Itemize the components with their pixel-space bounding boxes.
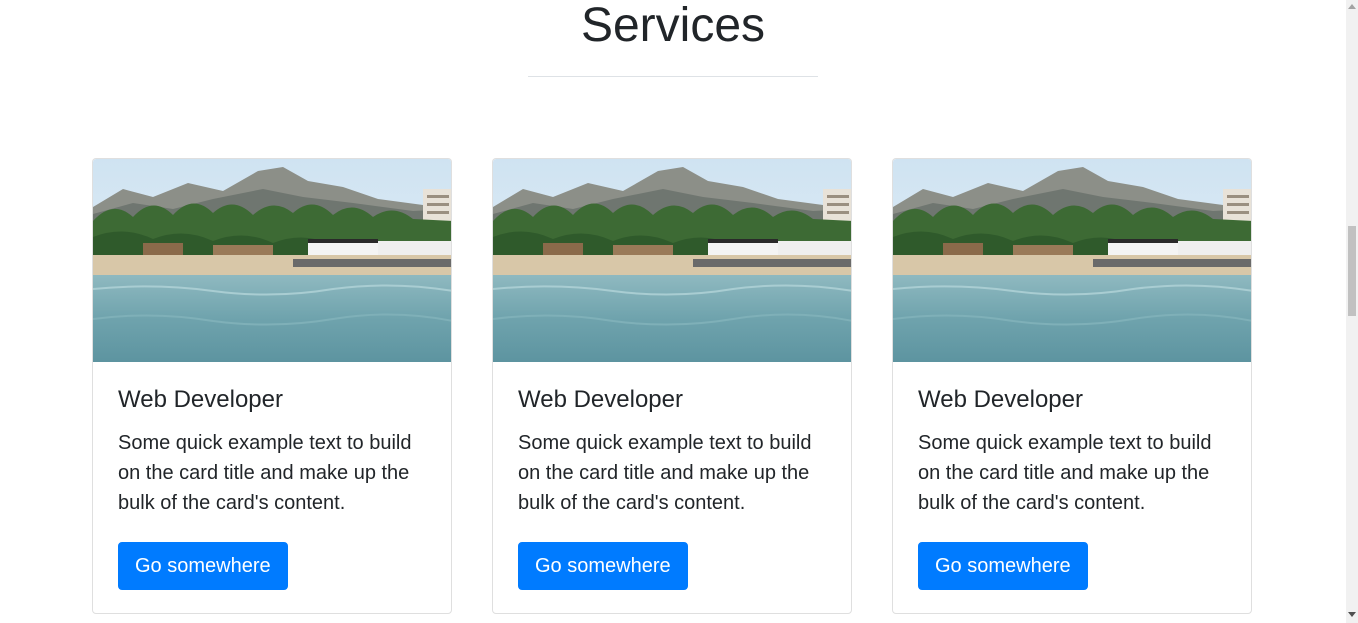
- service-card: Web Developer Some quick example text to…: [92, 158, 452, 614]
- services-page: Services Web Developer Some quick exampl…: [0, 0, 1358, 623]
- title-divider: [528, 76, 818, 77]
- card-title: Web Developer: [518, 386, 683, 413]
- service-card: Web Developer Some quick example text to…: [492, 158, 852, 614]
- go-somewhere-button[interactable]: Go somewhere: [918, 542, 1088, 590]
- card-image: [893, 159, 1251, 362]
- scroll-up-arrow-icon[interactable]: [1348, 4, 1356, 9]
- scrollbar-thumb[interactable]: [1348, 226, 1356, 316]
- card-image: [93, 159, 451, 362]
- card-image: [493, 159, 851, 362]
- scroll-down-arrow-icon[interactable]: [1348, 612, 1356, 617]
- vertical-scrollbar[interactable]: [1346, 0, 1358, 623]
- card-body: Web Developer Some quick example text to…: [518, 385, 828, 518]
- card-text: Some quick example text to build on the …: [918, 432, 1212, 514]
- card-body: Web Developer Some quick example text to…: [118, 385, 428, 518]
- section-title: Services: [580, 0, 766, 52]
- card-body: Web Developer Some quick example text to…: [918, 385, 1228, 518]
- card-title: Web Developer: [918, 386, 1083, 413]
- service-card: Web Developer Some quick example text to…: [892, 158, 1252, 614]
- card-text: Some quick example text to build on the …: [518, 432, 812, 514]
- go-somewhere-button[interactable]: Go somewhere: [518, 542, 688, 590]
- go-somewhere-button[interactable]: Go somewhere: [118, 542, 288, 590]
- card-text: Some quick example text to build on the …: [118, 432, 412, 514]
- card-title: Web Developer: [118, 386, 283, 413]
